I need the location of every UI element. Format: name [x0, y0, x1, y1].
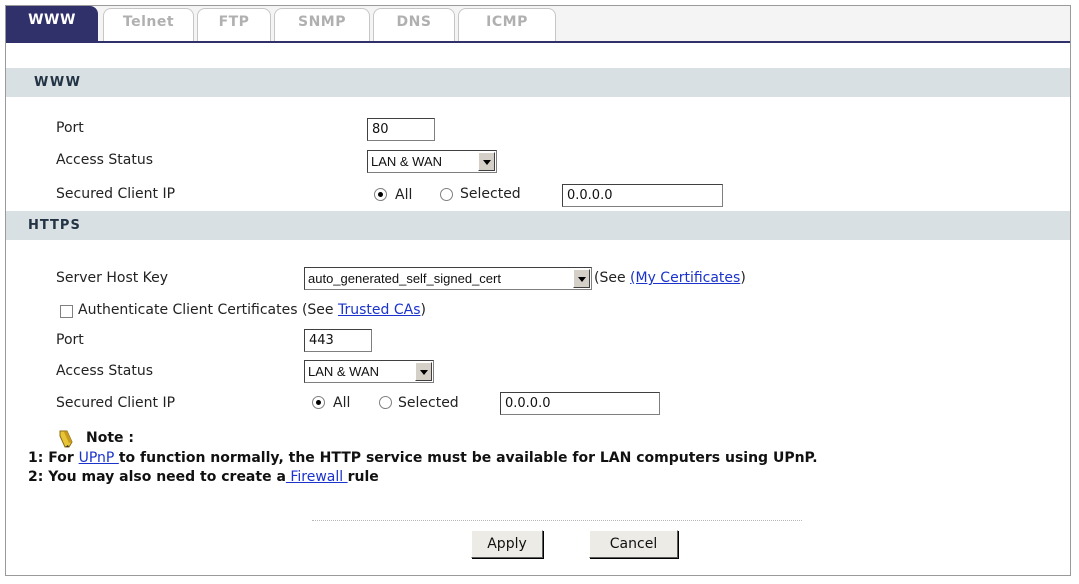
apply-button[interactable]: Apply [471, 530, 543, 558]
note-line-1: 1: For UPnP to function normally, the HT… [28, 450, 818, 466]
auth-label-text: Authenticate Client Certificates (See [78, 302, 338, 318]
chevron-down-icon[interactable] [478, 152, 495, 171]
tab-bar: WWW Telnet FTP SNMP DNS ICMP [6, 6, 1070, 43]
https-secured-client-ip-label: Secured Client IP [56, 395, 176, 411]
note-line-2-prefix: 2: You may also need to create a [28, 469, 286, 485]
service-control-panel: WWW Telnet FTP SNMP DNS ICMP WWW Port Ac… [5, 5, 1071, 576]
https-port-label: Port [56, 332, 84, 348]
server-host-key-label: Server Host Key [56, 270, 169, 286]
https-selected-label: Selected [398, 395, 459, 411]
auth-suffix: ) [420, 302, 426, 318]
trusted-cas-link[interactable]: Trusted CAs [338, 302, 421, 318]
note-title: Note : [86, 430, 134, 446]
https-client-ip-input[interactable] [500, 392, 660, 415]
note-pencil-icon [59, 430, 73, 448]
https-all-radio[interactable] [312, 396, 325, 409]
https-access-status-value: LAN & WAN [308, 364, 380, 379]
www-port-input[interactable] [367, 118, 435, 141]
www-all-label: All [395, 187, 413, 203]
server-host-key-select[interactable]: auto_generated_self_signed_cert [304, 267, 592, 290]
www-access-status-value: LAN & WAN [371, 154, 443, 169]
see-suffix: ) [740, 270, 746, 286]
www-port-label: Port [56, 120, 84, 136]
https-all-label: All [333, 395, 351, 411]
note-line-2: 2: You may also need to create a Firewal… [28, 469, 379, 485]
my-certificates-hint: (See (My Certificates) [594, 270, 746, 286]
https-selected-radio[interactable] [379, 396, 392, 409]
tab-snmp[interactable]: SNMP [274, 8, 370, 41]
see-prefix: (See [594, 270, 631, 286]
tab-dns[interactable]: DNS [373, 8, 455, 41]
https-section-header: HTTPS [6, 211, 1070, 240]
authenticate-client-certificates-checkbox[interactable] [60, 305, 73, 318]
chevron-down-icon[interactable] [573, 269, 590, 288]
upnp-link[interactable]: UPnP [79, 450, 119, 466]
www-access-status-label: Access Status [56, 152, 153, 168]
https-port-input[interactable] [304, 329, 372, 352]
https-access-status-select[interactable]: LAN & WAN [304, 360, 434, 383]
tab-telnet[interactable]: Telnet [103, 8, 194, 41]
www-selected-label: Selected [460, 186, 521, 202]
firewall-link[interactable]: Firewall [286, 469, 348, 485]
button-divider [312, 520, 802, 521]
server-host-key-value: auto_generated_self_signed_cert [308, 271, 501, 286]
authenticate-client-certificates-label: Authenticate Client Certificates (See Tr… [78, 302, 426, 318]
tab-www[interactable]: WWW [6, 6, 98, 41]
www-client-ip-input[interactable] [562, 184, 723, 207]
note-line-1-suffix: to function normally, the HTTP service m… [118, 450, 818, 466]
tab-ftp[interactable]: FTP [197, 8, 271, 41]
https-access-status-label: Access Status [56, 363, 153, 379]
www-all-radio[interactable] [374, 188, 387, 201]
cancel-button[interactable]: Cancel [589, 530, 678, 558]
note-line-2-suffix: rule [347, 469, 379, 485]
note-line-1-prefix: 1: For [28, 450, 79, 466]
www-selected-radio[interactable] [440, 188, 453, 201]
www-section-header: WWW [6, 68, 1070, 97]
www-secured-client-ip-label: Secured Client IP [56, 186, 176, 202]
my-certificates-link[interactable]: (My Certificates [630, 270, 740, 286]
tab-icmp[interactable]: ICMP [458, 8, 556, 41]
www-access-status-select[interactable]: LAN & WAN [367, 150, 497, 173]
chevron-down-icon[interactable] [415, 362, 432, 381]
